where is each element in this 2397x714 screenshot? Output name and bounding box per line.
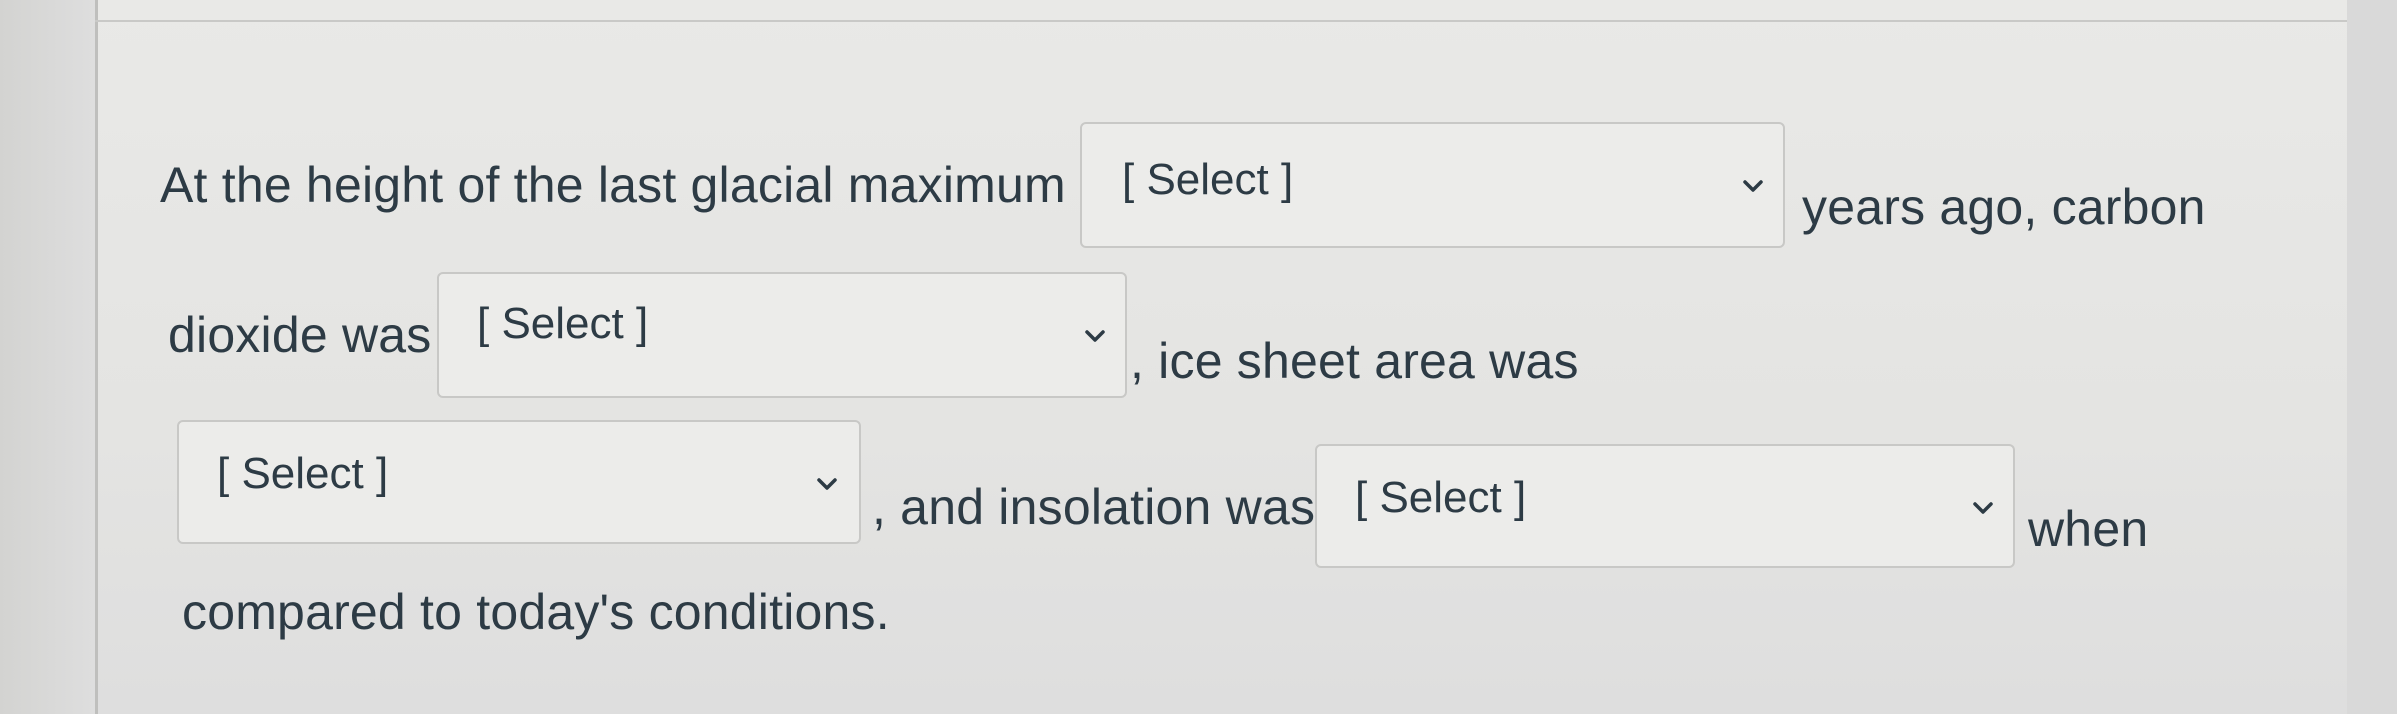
select-value: [ Select ] <box>1122 155 1294 204</box>
chevron-down-icon <box>1743 180 1763 192</box>
chevron-down-icon <box>817 478 837 490</box>
question-text-line1-start: At the height of the last glacial maximu… <box>160 157 1066 213</box>
chevron-down-icon <box>1085 330 1105 342</box>
chevron-down-icon <box>1973 502 1993 514</box>
top-divider <box>95 0 2355 22</box>
question-text-line3-end: when <box>2028 501 2149 557</box>
select-value: [ Select ] <box>217 449 389 498</box>
select-value: [ Select ] <box>477 299 649 348</box>
select-value: [ Select ] <box>1355 473 1527 522</box>
glacial-maximum-years-select[interactable]: [ Select ] <box>1080 122 1785 248</box>
question-text-line2-end: , ice sheet area was <box>1130 333 1579 389</box>
question-text-line1-end: years ago, carbon <box>1802 179 2206 235</box>
question-text-line4: compared to today's conditions. <box>182 584 890 640</box>
question-text-line2-start: dioxide was <box>168 307 432 363</box>
carbon-dioxide-select[interactable]: [ Select ] <box>437 272 1127 398</box>
insolation-select[interactable]: [ Select ] <box>1315 444 2015 568</box>
question-text-line3-start: , and insolation was <box>872 479 1316 535</box>
ice-sheet-area-select[interactable]: [ Select ] <box>177 420 861 544</box>
right-margin <box>2347 0 2397 714</box>
left-margin <box>0 0 95 714</box>
